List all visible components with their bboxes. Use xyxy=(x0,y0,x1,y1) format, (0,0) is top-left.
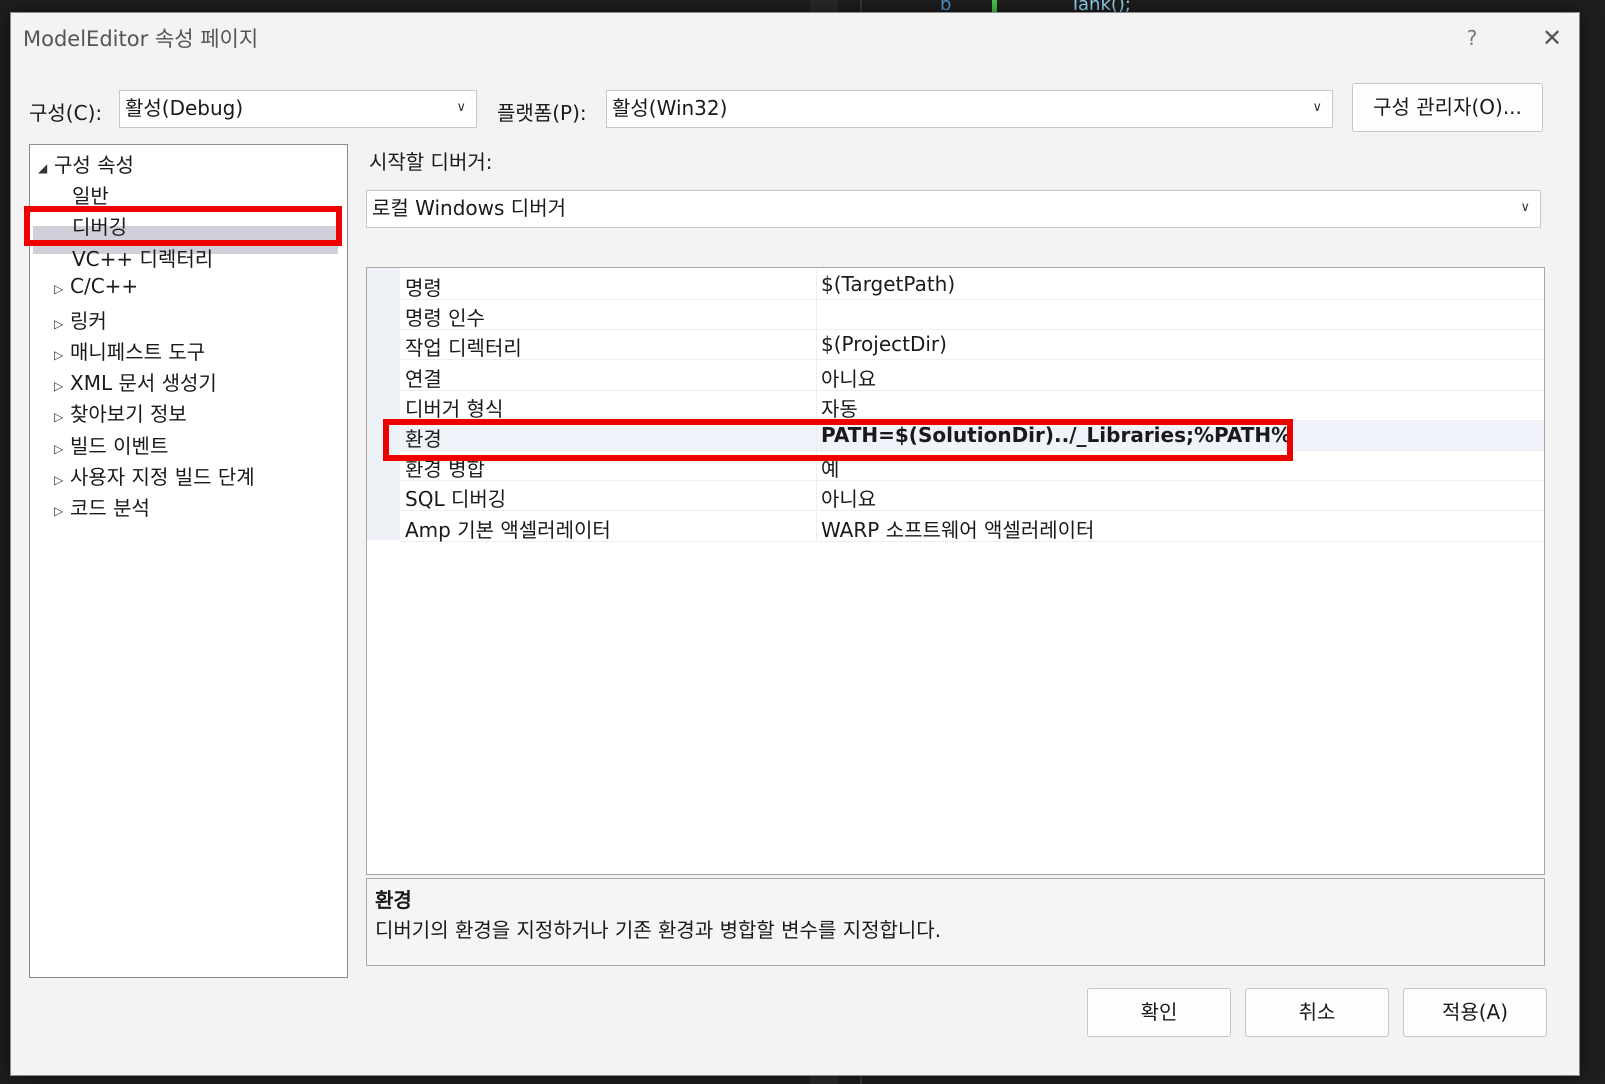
property-row[interactable]: SQL 디버깅 아니요 xyxy=(400,481,1544,512)
property-row[interactable]: 명령 인수 xyxy=(400,300,1544,331)
property-row[interactable]: 명령 $(TargetPath) xyxy=(400,270,1544,300)
platform-combo[interactable]: 활성(Win32) ∨ xyxy=(606,90,1333,128)
collapsed-triangle-icon: ▷ xyxy=(54,348,64,362)
tree-item[interactable]: ▷ 매니페스트 도구 xyxy=(54,336,205,365)
tree-item[interactable]: ▷ XML 문서 생성기 xyxy=(54,367,217,396)
dialog-title: ModelEditor 속성 페이지 xyxy=(23,27,259,51)
tree-root-label: 구성 속성 xyxy=(54,153,134,177)
platform-label: 플랫폼(P): xyxy=(497,101,587,125)
expanded-triangle-icon: ◢ xyxy=(38,161,48,175)
tree-item[interactable]: ▷ 코드 분석 xyxy=(54,492,150,521)
chevron-down-icon: ∨ xyxy=(1312,100,1322,115)
property-value[interactable]: 자동 xyxy=(821,393,858,422)
debugger-combo-value: 로컬 Windows 디버거 xyxy=(372,196,566,220)
config-combo[interactable]: 활성(Debug) ∨ xyxy=(119,90,477,128)
column-separator xyxy=(816,300,817,331)
tree-item[interactable]: ▷ 사용자 지정 빌드 단계 xyxy=(54,461,255,490)
highlight-box-environment xyxy=(383,419,1293,461)
collapsed-triangle-icon: ▷ xyxy=(54,504,64,518)
column-separator xyxy=(816,511,817,542)
property-value[interactable]: WARP 소프트웨어 액셀러레이터 xyxy=(821,514,1094,543)
close-button[interactable]: ✕ xyxy=(1535,23,1569,57)
property-row[interactable]: 작업 디렉터리 $(ProjectDir) xyxy=(400,330,1544,361)
tree-item-label: 빌드 이벤트 xyxy=(70,434,169,458)
tree-item[interactable]: ▷ 빌드 이벤트 xyxy=(54,430,168,459)
column-separator xyxy=(816,390,817,421)
property-name: Amp 기본 액셀러레이터 xyxy=(405,517,611,542)
column-separator xyxy=(816,270,817,300)
tree-root-item[interactable]: ◢ 구성 속성 xyxy=(38,149,134,178)
platform-combo-value: 활성(Win32) xyxy=(612,96,728,120)
property-grid-gutter xyxy=(367,268,400,540)
column-separator xyxy=(816,330,817,361)
property-name: SQL 디버깅 xyxy=(405,487,507,512)
tree-item-label: 코드 분석 xyxy=(70,496,150,520)
property-value[interactable]: $(ProjectDir) xyxy=(821,332,947,356)
column-separator xyxy=(816,360,817,391)
property-grid: 명령 $(TargetPath) 명령 인수작업 디렉터리 $(ProjectDir)… xyxy=(366,267,1545,875)
collapsed-triangle-icon: ▷ xyxy=(54,473,64,487)
tree-item-label: XML 문서 생성기 xyxy=(70,371,217,395)
start-debugger-label: 시작할 디버거: xyxy=(369,150,493,174)
property-name: 작업 디렉터리 xyxy=(405,336,522,361)
tree-item-label: 매니페스트 도구 xyxy=(70,340,206,364)
ok-button[interactable]: 확인 xyxy=(1087,988,1231,1037)
close-icon: ✕ xyxy=(1541,24,1563,52)
property-value[interactable]: 아니요 xyxy=(821,363,876,392)
property-name: 명령 인수 xyxy=(405,306,485,331)
tree-item[interactable]: VC++ 디렉터리 xyxy=(72,243,213,272)
tree-item-label: 찾아보기 정보 xyxy=(70,402,187,426)
property-name: 연결 xyxy=(405,366,442,391)
property-value[interactable]: 아니요 xyxy=(821,483,876,512)
tree-item-label: 일반 xyxy=(72,184,109,208)
config-label: 구성(C): xyxy=(29,101,103,125)
property-pages-dialog: ModelEditor 속성 페이지 ? ✕ 구성(C): 활성(Debug) … xyxy=(10,12,1580,1076)
property-value[interactable]: $(TargetPath) xyxy=(821,272,955,296)
category-tree: ◢ 구성 속성 일반 디버깅 VC++ 디렉터리 ▷ C/C++ ▷ 링커 ▷ 매니페스트 도구 ▷… xyxy=(29,144,348,978)
collapsed-triangle-icon: ▷ xyxy=(54,410,64,424)
tree-item-label: 사용자 지정 빌드 단계 xyxy=(70,465,255,489)
description-title: 환경 xyxy=(375,888,412,912)
description-panel: 환경 디버기의 환경을 지정하거나 기존 환경과 병합할 변수를 지정합니다. xyxy=(366,878,1545,966)
config-combo-value: 활성(Debug) xyxy=(125,96,244,120)
description-text: 디버기의 환경을 지정하거나 기존 환경과 병합할 변수를 지정합니다. xyxy=(375,918,942,942)
configuration-manager-button[interactable]: 구성 관리자(O)... xyxy=(1352,83,1543,132)
tree-item[interactable]: ▷ C/C++ xyxy=(54,274,138,298)
property-row[interactable]: 디버거 형식 자동 xyxy=(400,390,1544,422)
property-row[interactable]: Amp 기본 액셀러레이터 WARP 소프트웨어 액셀러레이터 xyxy=(400,511,1544,543)
tree-item[interactable]: 일반 xyxy=(72,180,109,209)
tree-item-label: C/C++ xyxy=(70,274,139,298)
tree-item-label: VC++ 디렉터리 xyxy=(72,247,214,271)
chevron-down-icon: ∨ xyxy=(456,100,466,115)
collapsed-triangle-icon: ▷ xyxy=(54,317,64,331)
tree-item[interactable]: ▷ 링커 xyxy=(54,305,107,334)
column-separator xyxy=(816,481,817,512)
highlight-box-debugging xyxy=(24,206,342,246)
tree-item[interactable]: ▷ 찾아보기 정보 xyxy=(54,398,187,427)
debugger-combo[interactable]: 로컬 Windows 디버거 ∨ xyxy=(366,190,1541,228)
help-button[interactable]: ? xyxy=(1457,23,1487,53)
cancel-button[interactable]: 취소 xyxy=(1245,988,1389,1037)
property-row[interactable]: 연결 아니요 xyxy=(400,360,1544,392)
collapsed-triangle-icon: ▷ xyxy=(54,282,64,296)
apply-button[interactable]: 적용(A) xyxy=(1403,988,1547,1037)
property-name: 명령 xyxy=(405,276,442,300)
collapsed-triangle-icon: ▷ xyxy=(54,379,64,393)
collapsed-triangle-icon: ▷ xyxy=(54,442,64,456)
chevron-down-icon: ∨ xyxy=(1520,200,1530,215)
change-marker xyxy=(992,0,997,12)
tree-item-label: 링커 xyxy=(70,309,107,333)
property-name: 디버거 형식 xyxy=(405,396,504,421)
